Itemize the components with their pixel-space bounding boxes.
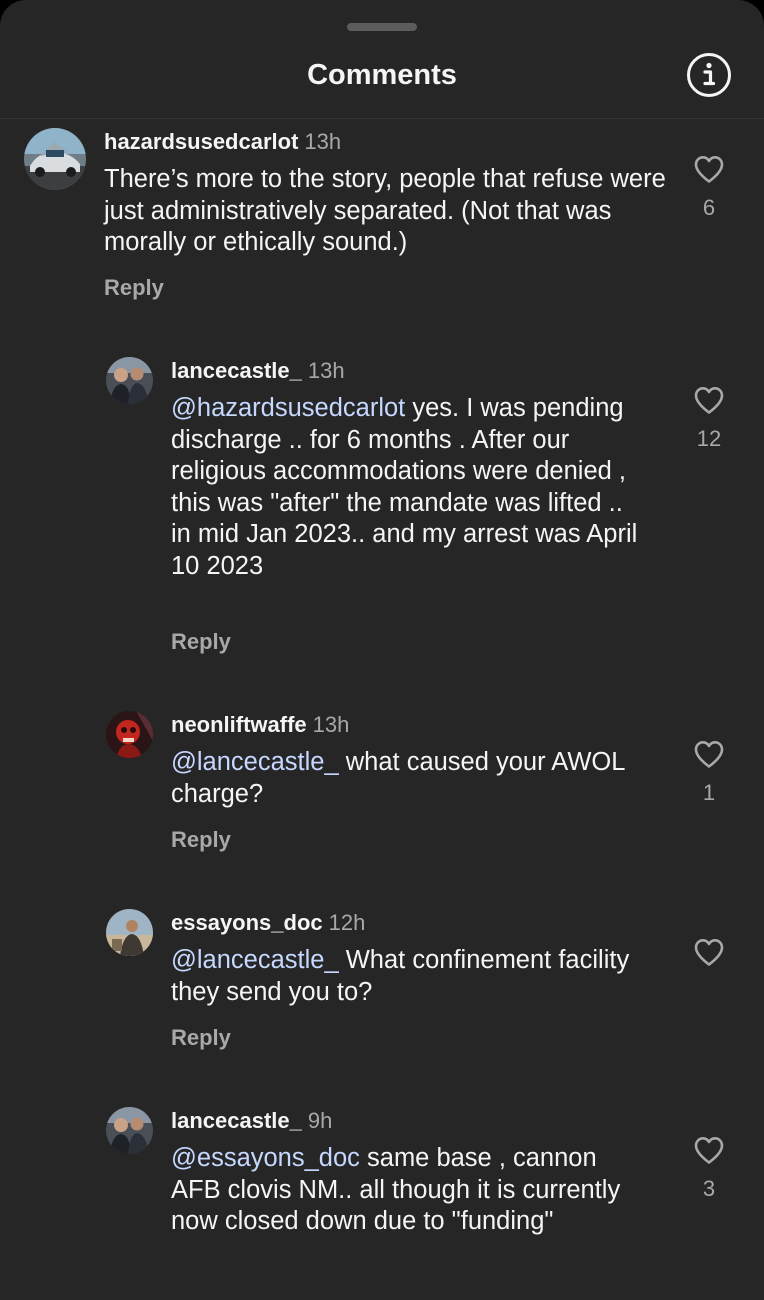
- reply-button[interactable]: Reply: [171, 628, 231, 656]
- comment-item: neonliftwaffe 13h @lancecastle_ what caus…: [106, 711, 764, 861]
- timestamp: 9h: [307, 1108, 333, 1133]
- comment-header: essayons_doc 12h: [171, 909, 365, 937]
- mention-link[interactable]: @hazardsusedcarlot: [171, 394, 405, 422]
- info-button[interactable]: [686, 52, 732, 98]
- avatar[interactable]: [106, 357, 153, 404]
- comment-text: @lancecastle_ what caused your AWOL char…: [171, 747, 646, 810]
- comment-text-content: There’s more to the story, people that r…: [104, 165, 666, 256]
- username[interactable]: lancecastle_: [171, 1108, 302, 1133]
- mention-link[interactable]: @lancecastle_: [171, 946, 339, 974]
- like-button[interactable]: [679, 937, 739, 977]
- like-count: 3: [702, 1176, 716, 1201]
- reply-button[interactable]: Reply: [104, 274, 164, 302]
- comment-text: @hazardsusedcarlot yes. I was pending di…: [171, 393, 646, 582]
- comment-text: There’s more to the story, people that r…: [104, 164, 674, 259]
- like-button[interactable]: 3: [679, 1135, 739, 1203]
- timestamp: 12h: [328, 910, 366, 935]
- comment-item: lancecastle_ 13h @hazardsusedcarlot yes. …: [106, 357, 764, 657]
- timestamp: 13h: [307, 358, 345, 383]
- username[interactable]: hazardsusedcarlot: [104, 129, 298, 154]
- like-button[interactable]: 12: [679, 385, 739, 453]
- like-count: 6: [702, 195, 716, 220]
- reply-button[interactable]: Reply: [171, 1024, 231, 1052]
- heart-icon: [694, 156, 724, 183]
- comment-text: @essayons_doc same base , cannon AFB clo…: [171, 1143, 646, 1238]
- username[interactable]: neonliftwaffe: [171, 712, 307, 737]
- info-circle-icon: [687, 53, 731, 97]
- like-button[interactable]: 6: [679, 154, 739, 222]
- avatar[interactable]: [106, 711, 153, 758]
- heart-icon: [694, 939, 724, 966]
- comment-header: hazardsusedcarlot 13h: [104, 128, 341, 156]
- comment-header: lancecastle_ 13h: [171, 357, 345, 385]
- avatar[interactable]: [24, 128, 86, 190]
- comment-item: hazardsusedcarlot 13h There’s more to the…: [24, 128, 764, 308]
- like-button[interactable]: 1: [679, 739, 739, 807]
- comments-sheet: Comments hazardsusedcarlot 13h There’s m…: [0, 0, 764, 1300]
- header-divider: [0, 118, 764, 119]
- username[interactable]: lancecastle_: [171, 358, 302, 383]
- drag-handle[interactable]: [347, 23, 417, 31]
- reply-button[interactable]: Reply: [171, 826, 231, 854]
- timestamp: 13h: [304, 129, 342, 154]
- comment-item: lancecastle_ 9h @essayons_doc same base ,…: [106, 1107, 764, 1287]
- like-count: 12: [696, 426, 722, 451]
- username[interactable]: essayons_doc: [171, 910, 323, 935]
- page-title: Comments: [307, 59, 457, 91]
- avatar[interactable]: [106, 1107, 153, 1154]
- comment-header: neonliftwaffe 13h: [171, 711, 349, 739]
- comment-item: essayons_doc 12h @lancecastle_ What confi…: [106, 909, 764, 1059]
- heart-icon: [694, 1137, 724, 1164]
- timestamp: 13h: [312, 712, 350, 737]
- like-count: 1: [702, 780, 716, 805]
- comment-header: lancecastle_ 9h: [171, 1107, 332, 1135]
- mention-link[interactable]: @essayons_doc: [171, 1144, 360, 1172]
- heart-icon: [694, 741, 724, 768]
- avatar[interactable]: [106, 909, 153, 956]
- comment-text: @lancecastle_ What confinement facility …: [171, 945, 646, 1008]
- mention-link[interactable]: @lancecastle_: [171, 748, 339, 776]
- heart-icon: [694, 387, 724, 414]
